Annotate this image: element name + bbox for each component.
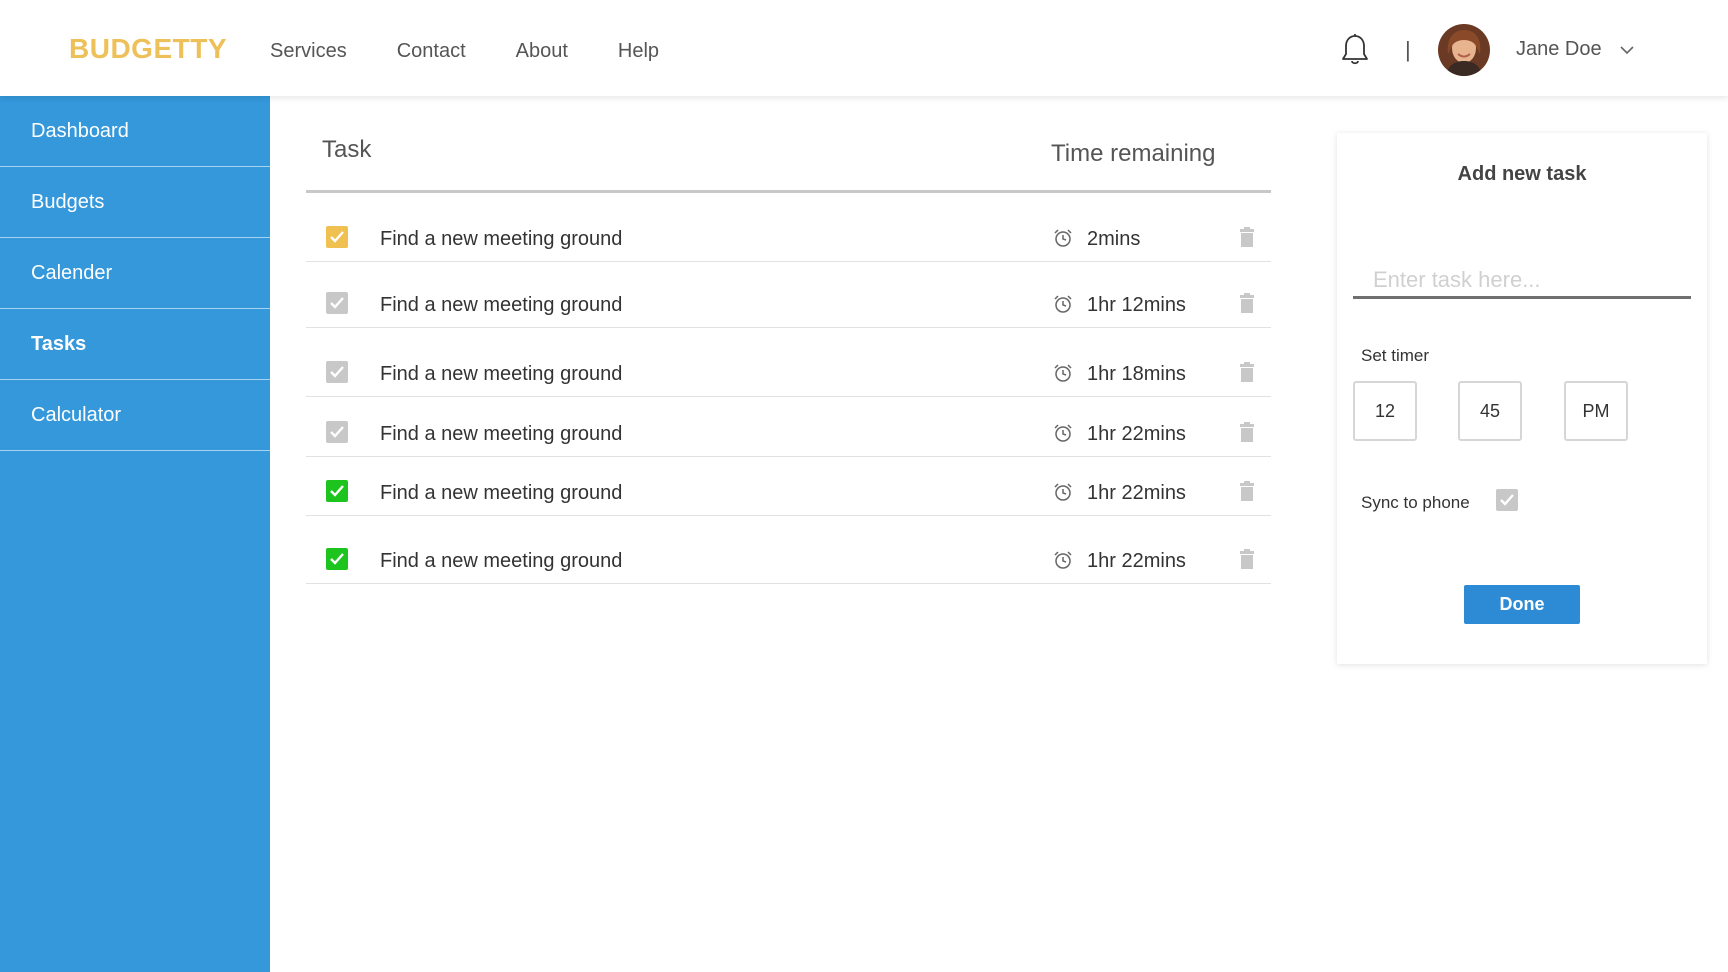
nav-contact-link[interactable]: Contact bbox=[397, 40, 466, 63]
header-separator: | bbox=[1405, 37, 1411, 62]
column-header-time: Time remaining bbox=[1051, 140, 1216, 167]
alarm-clock-icon bbox=[1053, 550, 1073, 570]
timer-minute-field[interactable]: 45 bbox=[1458, 381, 1522, 441]
task-checkbox[interactable] bbox=[326, 480, 348, 502]
task-checkbox[interactable] bbox=[326, 421, 348, 443]
brand-logo[interactable]: BUDGETTY bbox=[69, 33, 227, 65]
task-row: Find a new meeting ground 2mins bbox=[306, 222, 1271, 262]
header-divider bbox=[306, 190, 1271, 193]
sidebar-item-tasks[interactable]: Tasks bbox=[0, 309, 270, 380]
task-time-remaining: 1hr 22mins bbox=[1087, 482, 1186, 504]
user-name[interactable]: Jane Doe bbox=[1516, 38, 1602, 61]
sync-to-phone-label: Sync to phone bbox=[1361, 493, 1470, 512]
task-checkbox[interactable] bbox=[326, 292, 348, 314]
task-time-remaining: 1hr 22mins bbox=[1087, 550, 1186, 572]
sidebar: Dashboard Budgets Calender Tasks Calcula… bbox=[0, 96, 270, 972]
nav-services-link[interactable]: Services bbox=[270, 40, 347, 63]
task-checkbox[interactable] bbox=[326, 226, 348, 248]
sidebar-item-calender[interactable]: Calender bbox=[0, 238, 270, 309]
task-row: Find a new meeting ground 1hr 22mins bbox=[306, 544, 1271, 584]
trash-icon[interactable] bbox=[1239, 481, 1255, 501]
timer-hour-field[interactable]: 12 bbox=[1353, 381, 1417, 441]
task-row: Find a new meeting ground 1hr 12mins bbox=[306, 288, 1271, 328]
sidebar-item-budgets[interactable]: Budgets bbox=[0, 167, 270, 238]
sync-to-phone-checkbox[interactable] bbox=[1496, 489, 1518, 511]
task-label: Find a new meeting ground bbox=[380, 363, 623, 385]
alarm-clock-icon bbox=[1053, 228, 1073, 248]
trash-icon[interactable] bbox=[1239, 422, 1255, 442]
task-label: Find a new meeting ground bbox=[380, 482, 623, 504]
task-label: Find a new meeting ground bbox=[380, 228, 623, 250]
column-header-task: Task bbox=[322, 136, 372, 163]
task-label: Find a new meeting ground bbox=[380, 423, 623, 445]
chevron-down-icon[interactable] bbox=[1618, 43, 1636, 55]
top-navbar: BUDGETTY Services Contact About Help | J… bbox=[0, 0, 1728, 96]
task-time-remaining: 2mins bbox=[1087, 228, 1141, 250]
trash-icon[interactable] bbox=[1239, 362, 1255, 382]
task-input[interactable] bbox=[1353, 263, 1691, 299]
set-timer-label: Set timer bbox=[1361, 346, 1430, 365]
sidebar-item-calculator[interactable]: Calculator bbox=[0, 380, 270, 451]
add-task-panel: Add new task Set timer 12 45 PM Sync to … bbox=[1337, 133, 1707, 664]
done-button[interactable]: Done bbox=[1464, 585, 1580, 624]
task-checkbox[interactable] bbox=[326, 548, 348, 570]
task-time-remaining: 1hr 12mins bbox=[1087, 294, 1186, 316]
timer-period-field[interactable]: PM bbox=[1564, 381, 1628, 441]
alarm-clock-icon bbox=[1053, 423, 1073, 443]
trash-icon[interactable] bbox=[1239, 549, 1255, 569]
alarm-clock-icon bbox=[1053, 294, 1073, 314]
main-nav: Services Contact About Help bbox=[270, 40, 709, 63]
task-label: Find a new meeting ground bbox=[380, 294, 623, 316]
alarm-clock-icon bbox=[1053, 482, 1073, 502]
panel-title: Add new task bbox=[1457, 163, 1587, 185]
alarm-clock-icon bbox=[1053, 363, 1073, 383]
task-time-remaining: 1hr 18mins bbox=[1087, 363, 1186, 385]
nav-help-link[interactable]: Help bbox=[618, 40, 659, 63]
task-label: Find a new meeting ground bbox=[380, 550, 623, 572]
trash-icon[interactable] bbox=[1239, 293, 1255, 313]
trash-icon[interactable] bbox=[1239, 227, 1255, 247]
task-row: Find a new meeting ground 1hr 18mins bbox=[306, 357, 1271, 397]
task-time-remaining: 1hr 22mins bbox=[1087, 423, 1186, 445]
avatar[interactable] bbox=[1438, 24, 1490, 76]
nav-about-link[interactable]: About bbox=[516, 40, 568, 63]
task-row: Find a new meeting ground 1hr 22mins bbox=[306, 476, 1271, 516]
task-row: Find a new meeting ground 1hr 22mins bbox=[306, 417, 1271, 457]
bell-icon[interactable] bbox=[1340, 33, 1370, 67]
task-checkbox[interactable] bbox=[326, 361, 348, 383]
sidebar-item-dashboard[interactable]: Dashboard bbox=[0, 96, 270, 167]
